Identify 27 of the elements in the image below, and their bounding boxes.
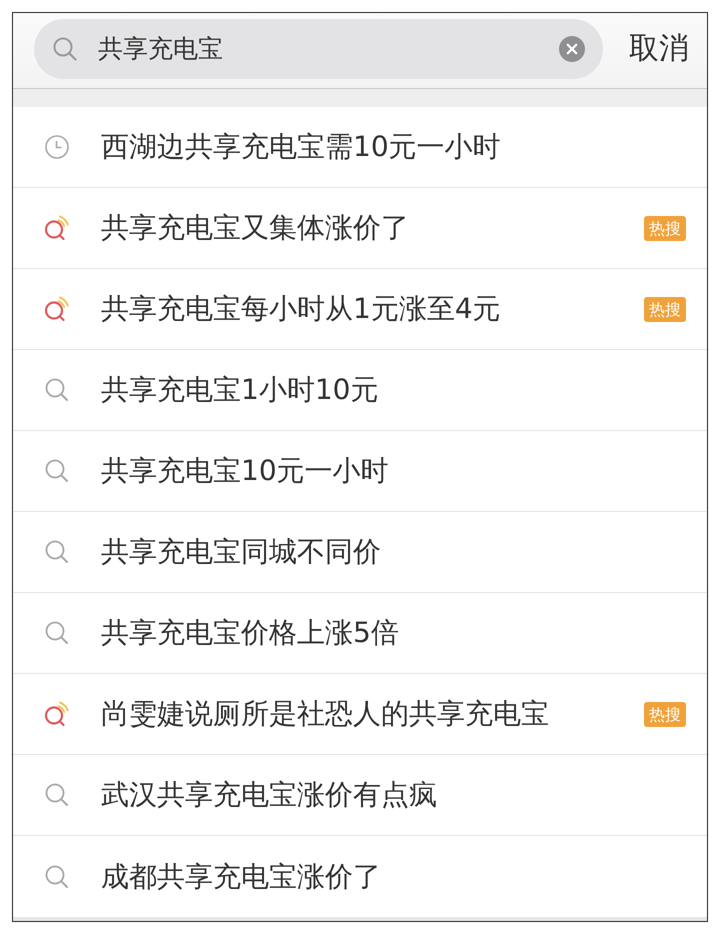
search-icon — [44, 539, 70, 565]
hot-search-icon — [44, 215, 70, 241]
suggestion-item[interactable]: 共享充电宝同城不同价 — [13, 512, 707, 593]
search-icon — [44, 620, 70, 646]
suggestion-item[interactable]: 成都共享充电宝涨价了 — [13, 836, 707, 917]
search-icon — [44, 864, 70, 890]
hot-badge: 热搜 — [644, 296, 686, 322]
suggestion-item[interactable]: 武汉共享充电宝涨价有点疯 — [13, 755, 707, 836]
suggestion-item[interactable]: 共享充电宝10元一小时 — [13, 431, 707, 512]
suggestion-item[interactable]: 共享充电宝价格上涨5倍 — [13, 593, 707, 674]
hot-badge: 热搜 — [644, 702, 686, 726]
suggestion-item[interactable]: 尚雯婕说厕所是社恐人的共享充电宝 热搜 — [13, 674, 707, 755]
search-icon — [44, 377, 70, 403]
search-field[interactable]: 共享充电宝 — [34, 18, 603, 78]
search-icon — [44, 782, 70, 808]
hot-badge: 热搜 — [644, 216, 686, 240]
clock-icon — [44, 134, 70, 160]
suggestion-item[interactable]: 共享充电宝1小时10元 — [13, 350, 707, 431]
clear-icon[interactable] — [559, 36, 585, 62]
hot-search-icon — [44, 701, 70, 727]
suggestion-item[interactable]: 共享充电宝每小时从1元涨至4元 热搜 — [13, 269, 707, 350]
cancel-button[interactable]: 取消 — [629, 30, 689, 66]
suggestion-item[interactable]: 共享充电宝又集体涨价了 热搜 — [13, 188, 707, 269]
hot-search-icon — [44, 296, 70, 322]
search-icon — [52, 36, 78, 62]
suggestion-item[interactable]: 西湖边共享充电宝需10元一小时 — [13, 107, 707, 188]
search-icon — [44, 458, 70, 484]
